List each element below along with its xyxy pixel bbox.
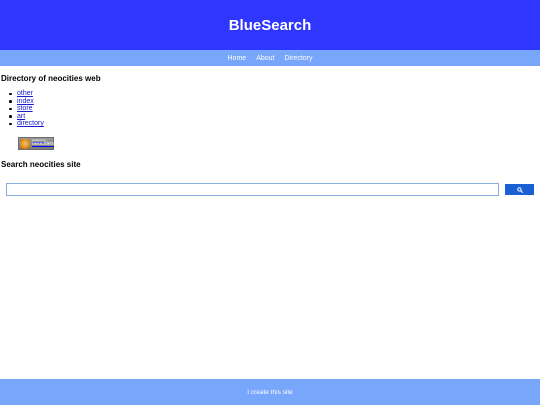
neocities-badge[interactable]: Hosted on neocities [18,137,54,150]
page: BlueSearch Home About Directory Director… [0,0,540,405]
site-footer: I create this site [0,379,540,405]
site-header: BlueSearch [0,0,540,50]
search-input[interactable] [6,183,499,196]
nav-directory-link[interactable]: Directory [284,55,312,62]
nav-home-link[interactable]: Home [228,55,247,62]
badge-line-2: neocities [32,141,54,148]
site-title: BlueSearch [228,16,312,34]
directory-link-directory[interactable]: directory [17,120,44,127]
list-item: other [9,90,44,98]
list-item: art [9,113,44,121]
directory-link-store[interactable]: store [17,105,33,112]
list-item: store [9,105,44,113]
directory-heading: Directory of neocities web [1,74,101,83]
neocities-cat-icon [20,138,30,149]
search-icon [516,186,523,193]
search-button[interactable] [505,184,534,195]
directory-link-art[interactable]: art [17,113,25,120]
top-nav: Home About Directory [0,50,540,66]
list-item: index [9,98,44,106]
search-heading: Search neocities site [1,160,81,169]
directory-link-index[interactable]: index [17,98,34,105]
directory-link-other[interactable]: other [17,90,33,97]
list-item: directory [9,120,44,128]
nav-about-link[interactable]: About [256,55,274,62]
badge-text: Hosted on neocities [32,139,54,148]
directory-list: other index store art directory [9,90,44,128]
footer-text: I create this site [247,388,293,396]
